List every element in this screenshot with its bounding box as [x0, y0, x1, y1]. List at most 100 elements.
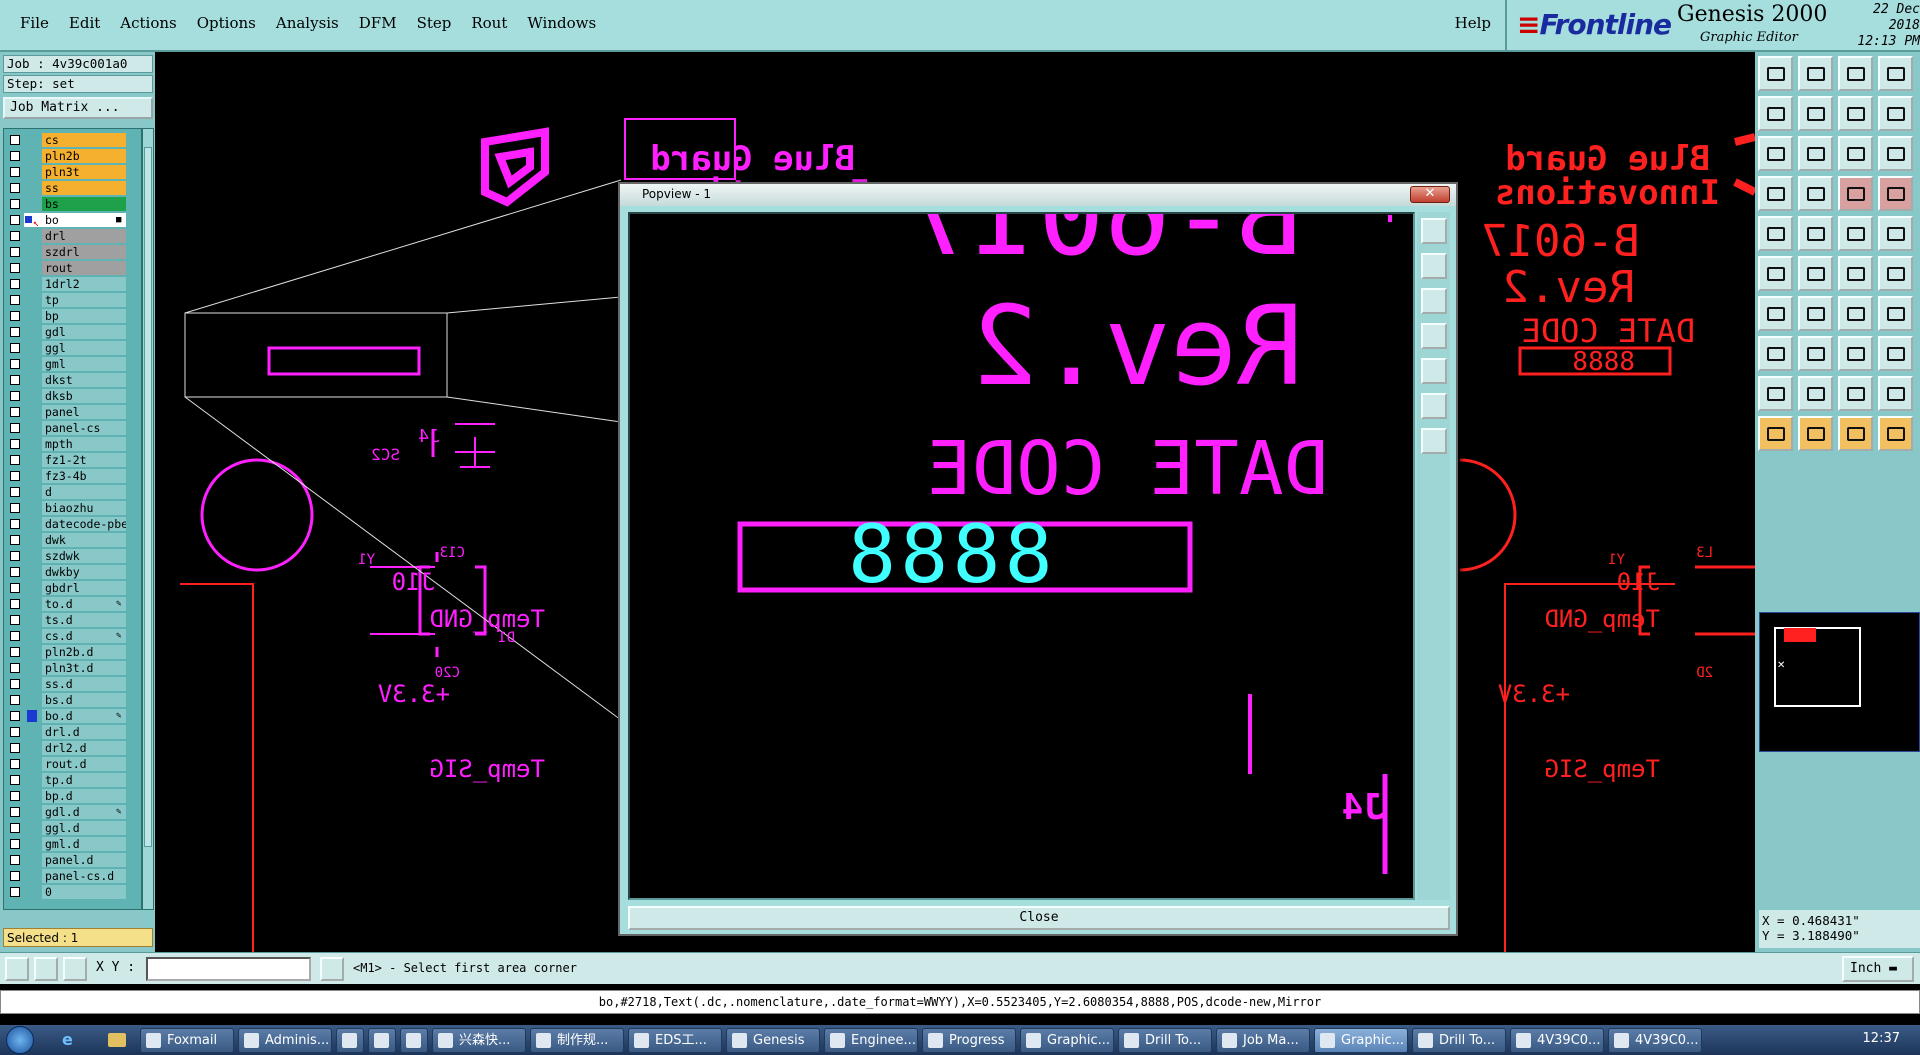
connect-icon[interactable] [1878, 256, 1913, 291]
layer-checkbox[interactable] [10, 327, 20, 337]
layer-name[interactable]: datecode-pbe [42, 517, 126, 531]
layer-checkbox[interactable] [10, 663, 20, 673]
layer-row[interactable]: dkst [4, 373, 141, 388]
layer-name[interactable]: fz3-4b [42, 469, 126, 483]
layer-row[interactable]: szdwk [4, 549, 141, 564]
layer-checkbox[interactable] [10, 823, 20, 833]
layer-name[interactable]: panel.d [42, 853, 126, 867]
start-button[interactable] [6, 1026, 34, 1054]
layer-checkbox[interactable] [10, 775, 20, 785]
select-single-icon[interactable] [1798, 416, 1833, 451]
menu-edit[interactable]: Edit [59, 14, 110, 32]
layer-checkbox[interactable] [10, 583, 20, 593]
layer-row[interactable]: tp.d [4, 773, 141, 788]
layer-name[interactable]: pln2b [42, 149, 126, 163]
layer-checkbox[interactable] [10, 615, 20, 625]
layer-name[interactable]: mpth [42, 437, 126, 451]
layer-row[interactable]: gdl [4, 325, 141, 340]
home-icon[interactable] [1838, 56, 1873, 91]
layer-name[interactable]: ts.d [42, 613, 126, 627]
ie-icon[interactable]: e [62, 1031, 80, 1049]
zoom-forward-icon[interactable] [1878, 96, 1913, 131]
layer-row[interactable]: gbdrl [4, 581, 141, 596]
layer-checkbox[interactable] [10, 631, 20, 641]
popview-close-button[interactable]: Close [628, 906, 1450, 930]
font-icon[interactable] [1878, 296, 1913, 331]
layer-row[interactable]: to.d ✎ [4, 597, 141, 612]
layer-name[interactable]: gml.d [42, 837, 126, 851]
layer-icon[interactable] [1878, 336, 1913, 371]
measure-h-icon[interactable] [1838, 336, 1873, 371]
layer-row[interactable]: pln3t.d [4, 661, 141, 676]
save-icon[interactable] [1798, 56, 1833, 91]
layer-name[interactable]: fz1-2t [42, 453, 126, 467]
layer-row[interactable]: bp [4, 309, 141, 324]
menu-rout[interactable]: Rout [461, 14, 517, 32]
layer-checkbox[interactable] [10, 183, 20, 193]
layer-row[interactable]: ggl.d [4, 821, 141, 836]
pop-fit-icon[interactable] [1421, 393, 1447, 419]
layer-row[interactable]: bo.d ✎ [4, 709, 141, 724]
pop-right-icon[interactable] [1421, 358, 1447, 384]
zoom-right-icon[interactable] [1798, 96, 1833, 131]
layer-checkbox[interactable] [10, 263, 20, 273]
minus-icon[interactable] [1798, 336, 1833, 371]
layer-row[interactable]: szdrl [4, 245, 141, 260]
barcode-icon[interactable] [1838, 216, 1873, 251]
layer-name[interactable]: pln2b.d [42, 645, 126, 659]
layer-name[interactable]: dwkby [42, 565, 126, 579]
units-select[interactable]: Inch ▬ [1842, 956, 1914, 982]
layer-row[interactable]: rout [4, 261, 141, 276]
layer-checkbox[interactable] [10, 519, 20, 529]
layer-name[interactable]: gdl [42, 325, 126, 339]
layer-checkbox[interactable] [10, 679, 20, 689]
fit-icon[interactable] [1758, 136, 1793, 171]
taskbar-item[interactable] [336, 1028, 364, 1053]
layer-checkbox[interactable] [10, 647, 20, 657]
one-to-one-icon[interactable] [1838, 136, 1873, 171]
layer-name[interactable]: drl [42, 229, 126, 243]
taskbar-item[interactable]: EDS工... [628, 1028, 722, 1053]
taskbar-item[interactable]: Job Ma... [1216, 1028, 1310, 1053]
shape-icon[interactable] [1758, 176, 1793, 211]
layer-row[interactable]: gml [4, 357, 141, 372]
layer-checkbox[interactable] [10, 391, 20, 401]
layer-checkbox[interactable] [10, 551, 20, 561]
layer-name[interactable]: gml [42, 357, 126, 371]
xy-input[interactable] [146, 957, 311, 981]
layer-row[interactable]: ss [4, 181, 141, 196]
layer-checkbox[interactable] [10, 759, 20, 769]
layer-checkbox[interactable] [10, 871, 20, 881]
layer-checkbox[interactable] [10, 695, 20, 705]
layer-checkbox[interactable] [10, 199, 20, 209]
layer-name[interactable]: d [42, 485, 126, 499]
layer-name[interactable]: szdwk [42, 549, 126, 563]
layer-checkbox[interactable] [10, 407, 20, 417]
snap-on-icon[interactable] [1838, 176, 1873, 211]
layer-name[interactable]: dksb [42, 389, 126, 403]
layer-row[interactable]: gml.d [4, 837, 141, 852]
layer-name[interactable]: pln3t [42, 165, 126, 179]
pop-left-icon[interactable] [1421, 323, 1447, 349]
layer-row[interactable]: ts.d [4, 613, 141, 628]
triangle-icon[interactable] [1758, 376, 1793, 411]
layer-name[interactable]: cs.d [42, 629, 126, 643]
layer-checkbox[interactable] [10, 167, 20, 177]
layer-checkbox[interactable] [10, 455, 20, 465]
bridge-icon[interactable] [1838, 376, 1873, 411]
select-icon[interactable] [1758, 416, 1793, 451]
window-icon[interactable] [1878, 56, 1913, 91]
layer-row[interactable]: d [4, 485, 141, 500]
layer-checkbox[interactable] [10, 711, 20, 721]
taskbar-item[interactable]: Genesis [726, 1028, 820, 1053]
layer-row[interactable]: panel.d [4, 853, 141, 868]
layer-checkbox[interactable] [10, 791, 20, 801]
circle-icon[interactable] [1878, 216, 1913, 251]
layer-checkbox[interactable] [10, 423, 20, 433]
layer-checkbox[interactable] [10, 295, 20, 305]
pop-center-icon[interactable] [1421, 428, 1447, 454]
layer-name[interactable]: gbdrl [42, 581, 126, 595]
grid-toggle-icon[interactable] [1798, 176, 1833, 211]
layer-checkbox[interactable] [10, 343, 20, 353]
layer-checkbox[interactable] [10, 279, 20, 289]
